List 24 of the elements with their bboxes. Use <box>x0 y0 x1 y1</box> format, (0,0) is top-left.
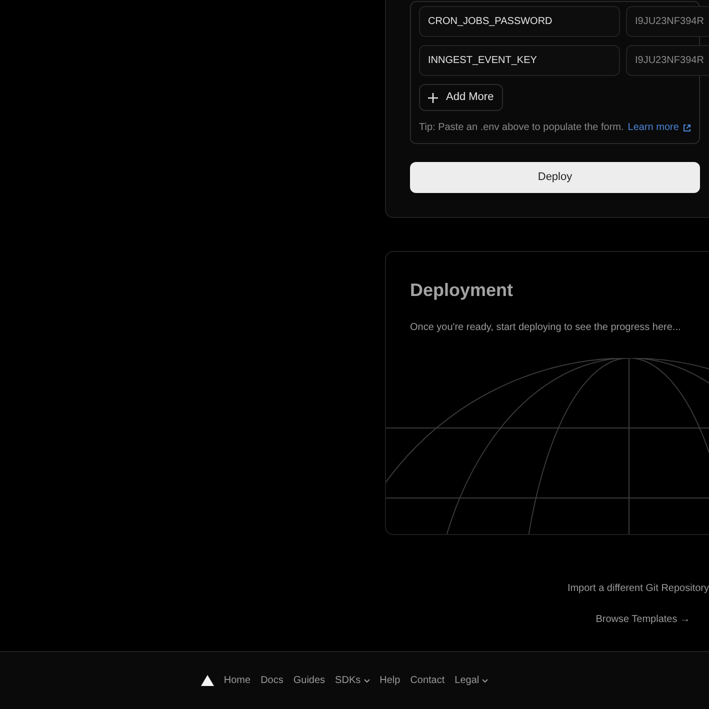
footer-dropdown[interactable]: SDKs <box>335 673 370 688</box>
value-field[interactable]: I9JU23NF394R <box>626 6 709 37</box>
add-more-button[interactable]: Add More <box>419 84 503 111</box>
tip-text: Tip: Paste an .env above to populate the form. <box>419 121 624 135</box>
chevron-down-icon <box>482 678 488 682</box>
deployment-description: Once you're ready, start deploying to see the progress here... <box>410 321 682 335</box>
chevron-down-icon <box>364 678 370 682</box>
value-field[interactable]: I9JU23NF394R <box>626 45 709 76</box>
footer-link[interactable]: Contact <box>410 673 445 688</box>
import-repository-link[interactable]: Import a different Git Repository <box>567 581 709 596</box>
deployment-title: Deployment <box>410 279 514 302</box>
browse-templates-link[interactable]: Browse Templates → <box>596 612 690 627</box>
footer-dropdown[interactable]: Legal <box>454 673 488 688</box>
key-field[interactable]: CRON_JOBS_PASSWORD <box>419 6 620 37</box>
footer-link[interactable]: Guides <box>293 673 326 688</box>
footer-link[interactable]: Docs <box>260 673 284 688</box>
learn-more-link[interactable]: Learn more <box>628 120 679 135</box>
footer-link[interactable]: Home <box>224 673 251 688</box>
deploy-button[interactable]: Deploy <box>410 162 700 193</box>
external-link-icon <box>682 124 691 132</box>
footer-link[interactable]: Help <box>380 673 400 688</box>
triangle-logo-icon <box>200 675 214 686</box>
plus-icon <box>428 92 438 102</box>
key-field[interactable]: INNGEST_EVENT_KEY <box>419 45 620 76</box>
